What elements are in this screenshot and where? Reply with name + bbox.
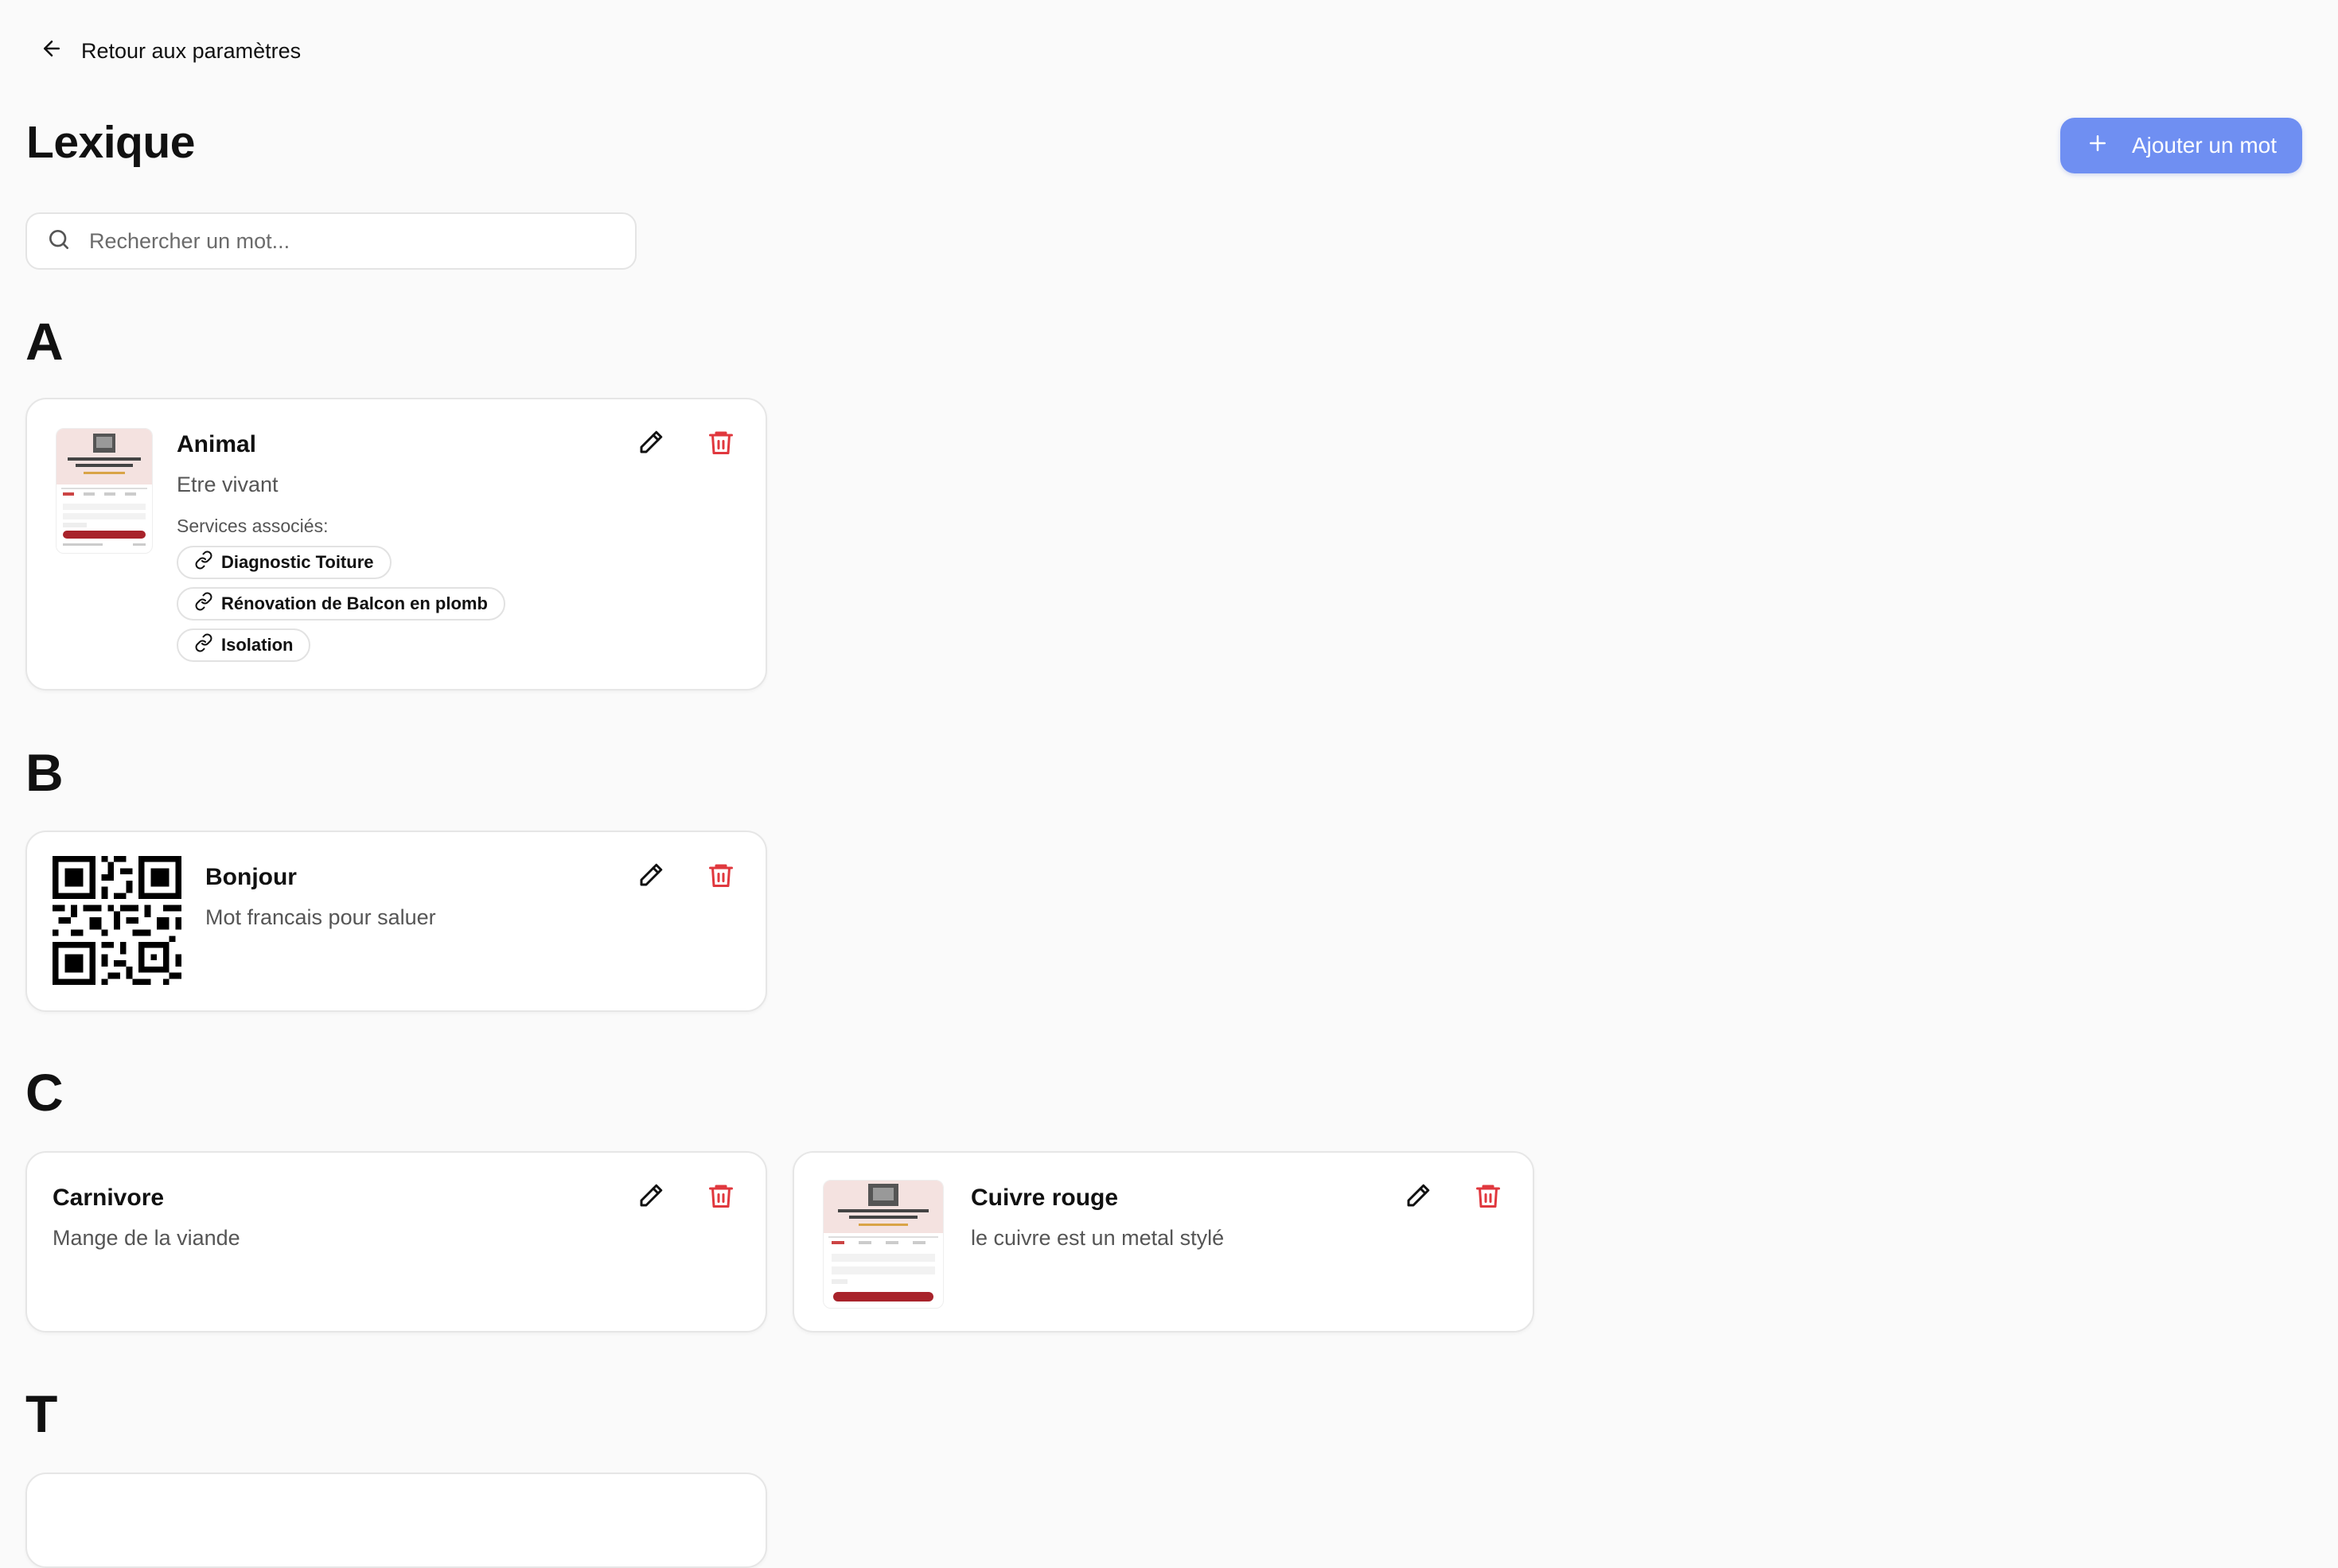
add-word-button-label: Ajouter un mot (2131, 133, 2278, 158)
edit-button[interactable] (637, 428, 665, 457)
pencil-icon (640, 430, 663, 453)
card-actions (637, 428, 735, 457)
services-label: Services associés: (177, 516, 329, 536)
word-card[interactable] (25, 1473, 767, 1568)
section-letter-b: B (25, 743, 64, 802)
card-actions (637, 861, 735, 889)
section-letter-t: T (25, 1384, 58, 1443)
trash-icon (1476, 1185, 1500, 1208)
service-tag-label: Rénovation de Balcon en plomb (221, 593, 488, 613)
word-title: Bonjour (205, 864, 297, 890)
delete-button[interactable] (707, 861, 735, 889)
word-title: Cuivre rouge (971, 1185, 1119, 1211)
search-input[interactable] (88, 228, 616, 255)
word-title: Carnivore (53, 1185, 165, 1211)
trash-icon (709, 431, 733, 454)
service-tag-label: Isolation (221, 635, 294, 655)
word-definition: Mot francais pour saluer (205, 905, 436, 929)
card-actions (637, 1181, 735, 1210)
link-icon (194, 592, 213, 616)
section-letter-a: A (25, 312, 64, 371)
pencil-icon (640, 863, 663, 886)
word-definition: Etre vivant (177, 473, 279, 496)
add-word-button[interactable]: Ajouter un mot (2060, 118, 2302, 173)
search-box (25, 212, 637, 270)
card-actions (1404, 1181, 1502, 1210)
word-card-bonjour[interactable]: Bonjour Mot francais pour saluer (25, 831, 767, 1012)
back-link-label: Retour aux paramètres (81, 39, 302, 63)
service-tag[interactable]: Diagnostic Toiture (177, 546, 392, 579)
section-letter-c: C (25, 1063, 64, 1122)
word-definition: le cuivre est un metal stylé (971, 1226, 1225, 1250)
word-title: Animal (177, 431, 257, 457)
arrow-left-icon (40, 37, 64, 66)
pencil-icon (1407, 1184, 1430, 1207)
service-tag[interactable]: Isolation (177, 628, 311, 662)
delete-button[interactable] (707, 1181, 735, 1210)
word-image-qr-code (53, 856, 181, 985)
plus-icon (2086, 131, 2110, 161)
link-icon (194, 633, 213, 657)
delete-button[interactable] (1474, 1181, 1502, 1210)
word-image (56, 428, 153, 554)
search-icon (46, 227, 72, 256)
trash-icon (709, 1185, 733, 1208)
word-image (823, 1180, 944, 1309)
word-card-carnivore[interactable]: Carnivore Mange de la viande (25, 1151, 767, 1333)
pencil-icon (640, 1184, 663, 1207)
service-tag-label: Diagnostic Toiture (221, 552, 374, 572)
edit-button[interactable] (1404, 1181, 1432, 1210)
word-card-cuivre-rouge[interactable]: Cuivre rouge le cuivre est un metal styl… (793, 1151, 1534, 1333)
word-card-animal[interactable]: Animal Etre vivant Services associés: Di… (25, 398, 767, 691)
service-tag[interactable]: Rénovation de Balcon en plomb (177, 587, 505, 621)
edit-button[interactable] (637, 861, 665, 889)
delete-button[interactable] (707, 428, 735, 457)
page-title: Lexique (26, 117, 195, 168)
edit-button[interactable] (637, 1181, 665, 1210)
back-to-settings-link[interactable]: Retour aux paramètres (40, 37, 301, 66)
word-definition: Mange de la viande (53, 1226, 240, 1250)
link-icon (194, 551, 213, 574)
trash-icon (709, 864, 733, 887)
